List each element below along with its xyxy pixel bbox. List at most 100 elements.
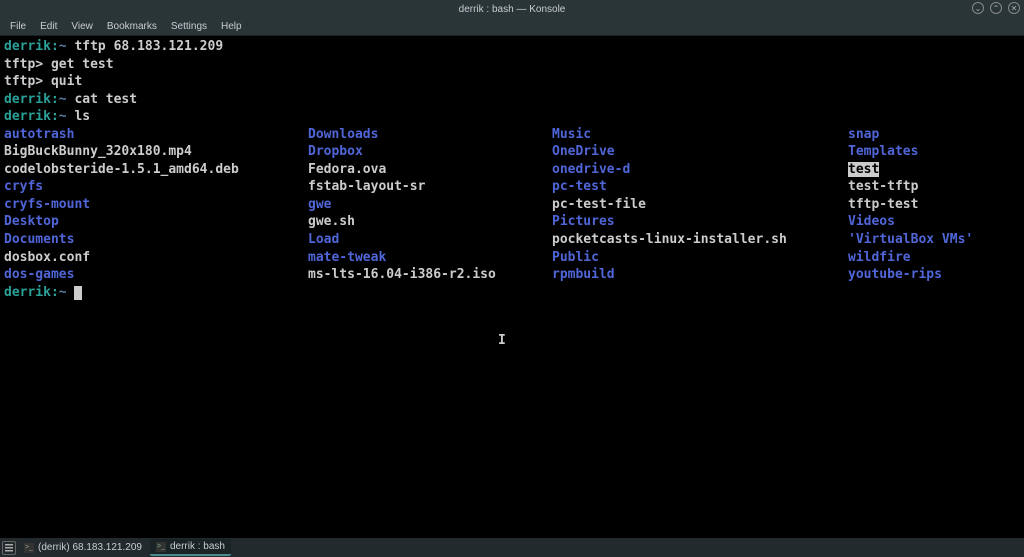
prompt-path: ~: [59, 39, 67, 54]
command-text: tftp 68.183.121.209: [74, 39, 223, 54]
file-name: OneDrive: [552, 144, 615, 159]
menu-help[interactable]: Help: [215, 19, 248, 34]
file-name: Videos: [848, 214, 895, 229]
ls-entry: gwe.sh: [308, 213, 552, 231]
file-name: 'VirtualBox VMs': [848, 232, 973, 247]
file-name: ms-lts-16.04-i386-r2.iso: [308, 267, 496, 282]
file-name: Fedora.ova: [308, 162, 386, 177]
ls-entry: cryfs: [4, 178, 308, 196]
menu-edit[interactable]: Edit: [34, 19, 63, 34]
file-name: codelobsteride-1.5.1_amd64.deb: [4, 162, 239, 177]
ls-column: snap Templates test test-tftp tftp-testVideo…: [848, 126, 973, 284]
taskbar-label: (derrik) 68.183.121.209: [38, 542, 142, 553]
menu-icon: [5, 544, 13, 552]
window-controls: ⌄ ⌃ ✕: [972, 2, 1020, 14]
file-name: test: [848, 162, 879, 177]
ls-entry: test: [848, 161, 973, 179]
taskbar-item-ssh[interactable]: >_ (derrik) 68.183.121.209: [18, 540, 148, 555]
file-name: fstab-layout-sr: [308, 179, 425, 194]
command-text: cat test: [74, 92, 137, 107]
text-cursor-icon: I: [498, 332, 506, 350]
terminal-line: derrik:~ tftp 68.183.121.209: [4, 38, 1020, 56]
ls-entry: OneDrive: [552, 143, 848, 161]
ls-entry: tftp-test: [848, 196, 973, 214]
window-titlebar: derrik : bash — Konsole ⌄ ⌃ ✕: [0, 0, 1024, 18]
tftp-prompt: tftp>: [4, 57, 43, 72]
file-name: Pictures: [552, 214, 615, 229]
file-name: gwe: [308, 197, 331, 212]
file-name: Public: [552, 250, 599, 265]
prompt-user: derrik: [4, 39, 51, 54]
ls-entry: pc-test-file: [552, 196, 848, 214]
ls-entry: Fedora.ova: [308, 161, 552, 179]
minimize-button[interactable]: ⌄: [972, 2, 984, 14]
ls-entry: youtube-rips: [848, 266, 973, 284]
ls-entry: rpmbuild: [552, 266, 848, 284]
file-name: cryfs: [4, 179, 43, 194]
ls-column: autotrash BigBuckBunny_320x180.mp4codelob…: [4, 126, 308, 284]
menubar: File Edit View Bookmarks Settings Help: [0, 18, 1024, 36]
command-text: get test: [51, 57, 114, 72]
start-button[interactable]: [2, 541, 16, 555]
file-name: autotrash: [4, 127, 74, 142]
ls-entry: codelobsteride-1.5.1_amd64.deb: [4, 161, 308, 179]
ls-entry: cryfs-mount: [4, 196, 308, 214]
terminal-area[interactable]: derrik:~ tftp 68.183.121.209 tftp> get t…: [0, 36, 1024, 538]
file-name: dosbox.conf: [4, 250, 90, 265]
file-name: Documents: [4, 232, 74, 247]
file-name: snap: [848, 127, 879, 142]
maximize-button[interactable]: ⌃: [990, 2, 1002, 14]
file-name: Music: [552, 127, 591, 142]
ls-entry: gwe: [308, 196, 552, 214]
file-name: Dropbox: [308, 144, 363, 159]
ls-entry: autotrash: [4, 126, 308, 144]
file-name: BigBuckBunny_320x180.mp4: [4, 144, 192, 159]
file-name: test-tftp: [848, 179, 918, 194]
close-button[interactable]: ✕: [1008, 2, 1020, 14]
ls-entry: Pictures: [552, 213, 848, 231]
ls-entry: test-tftp: [848, 178, 973, 196]
taskbar: >_ (derrik) 68.183.121.209 >_ derrik : b…: [0, 538, 1024, 557]
prompt-path: ~: [59, 92, 67, 107]
ls-entry: Public: [552, 249, 848, 267]
file-name: Load: [308, 232, 339, 247]
tftp-prompt: tftp>: [4, 74, 43, 89]
terminal-line: tftp> quit: [4, 73, 1020, 91]
file-name: pocketcasts-linux-installer.sh: [552, 232, 787, 247]
ls-entry: Documents: [4, 231, 308, 249]
file-name: Templates: [848, 144, 918, 159]
menu-view[interactable]: View: [65, 19, 99, 34]
ls-entry: pocketcasts-linux-installer.sh: [552, 231, 848, 249]
terminal-line: derrik:~ ls: [4, 108, 1020, 126]
ls-entry: Downloads: [308, 126, 552, 144]
terminal-line: derrik:~ cat test: [4, 91, 1020, 109]
ls-entry: Desktop: [4, 213, 308, 231]
file-name: onedrive-d: [552, 162, 630, 177]
terminal-line: tftp> get test: [4, 56, 1020, 74]
file-name: wildfire: [848, 250, 911, 265]
menu-bookmarks[interactable]: Bookmarks: [101, 19, 163, 34]
menu-settings[interactable]: Settings: [165, 19, 213, 34]
ls-entry: dos-games: [4, 266, 308, 284]
file-name: gwe.sh: [308, 214, 355, 229]
file-name: Downloads: [308, 127, 378, 142]
terminal-icon: >_: [24, 543, 34, 553]
menu-file[interactable]: File: [4, 19, 32, 34]
prompt-path: ~: [59, 285, 67, 300]
ls-entry: Videos: [848, 213, 973, 231]
ls-output: autotrash BigBuckBunny_320x180.mp4codelob…: [4, 126, 1020, 284]
ls-entry: dosbox.conf: [4, 249, 308, 267]
file-name: pc-test-file: [552, 197, 646, 212]
prompt-user: derrik: [4, 285, 51, 300]
ls-column: Downloads Dropbox Fedora.ova fstab-layout-s…: [308, 126, 552, 284]
window-title: derrik : bash — Konsole: [459, 4, 566, 15]
taskbar-item-bash[interactable]: >_ derrik : bash: [150, 539, 231, 556]
command-text: ls: [74, 109, 90, 124]
prompt-user: derrik: [4, 92, 51, 107]
file-name: rpmbuild: [552, 267, 615, 282]
ls-entry: onedrive-d: [552, 161, 848, 179]
command-text: quit: [51, 74, 82, 89]
ls-entry: Dropbox: [308, 143, 552, 161]
terminal-line: derrik:~: [4, 284, 1020, 302]
ls-entry: pc-test: [552, 178, 848, 196]
